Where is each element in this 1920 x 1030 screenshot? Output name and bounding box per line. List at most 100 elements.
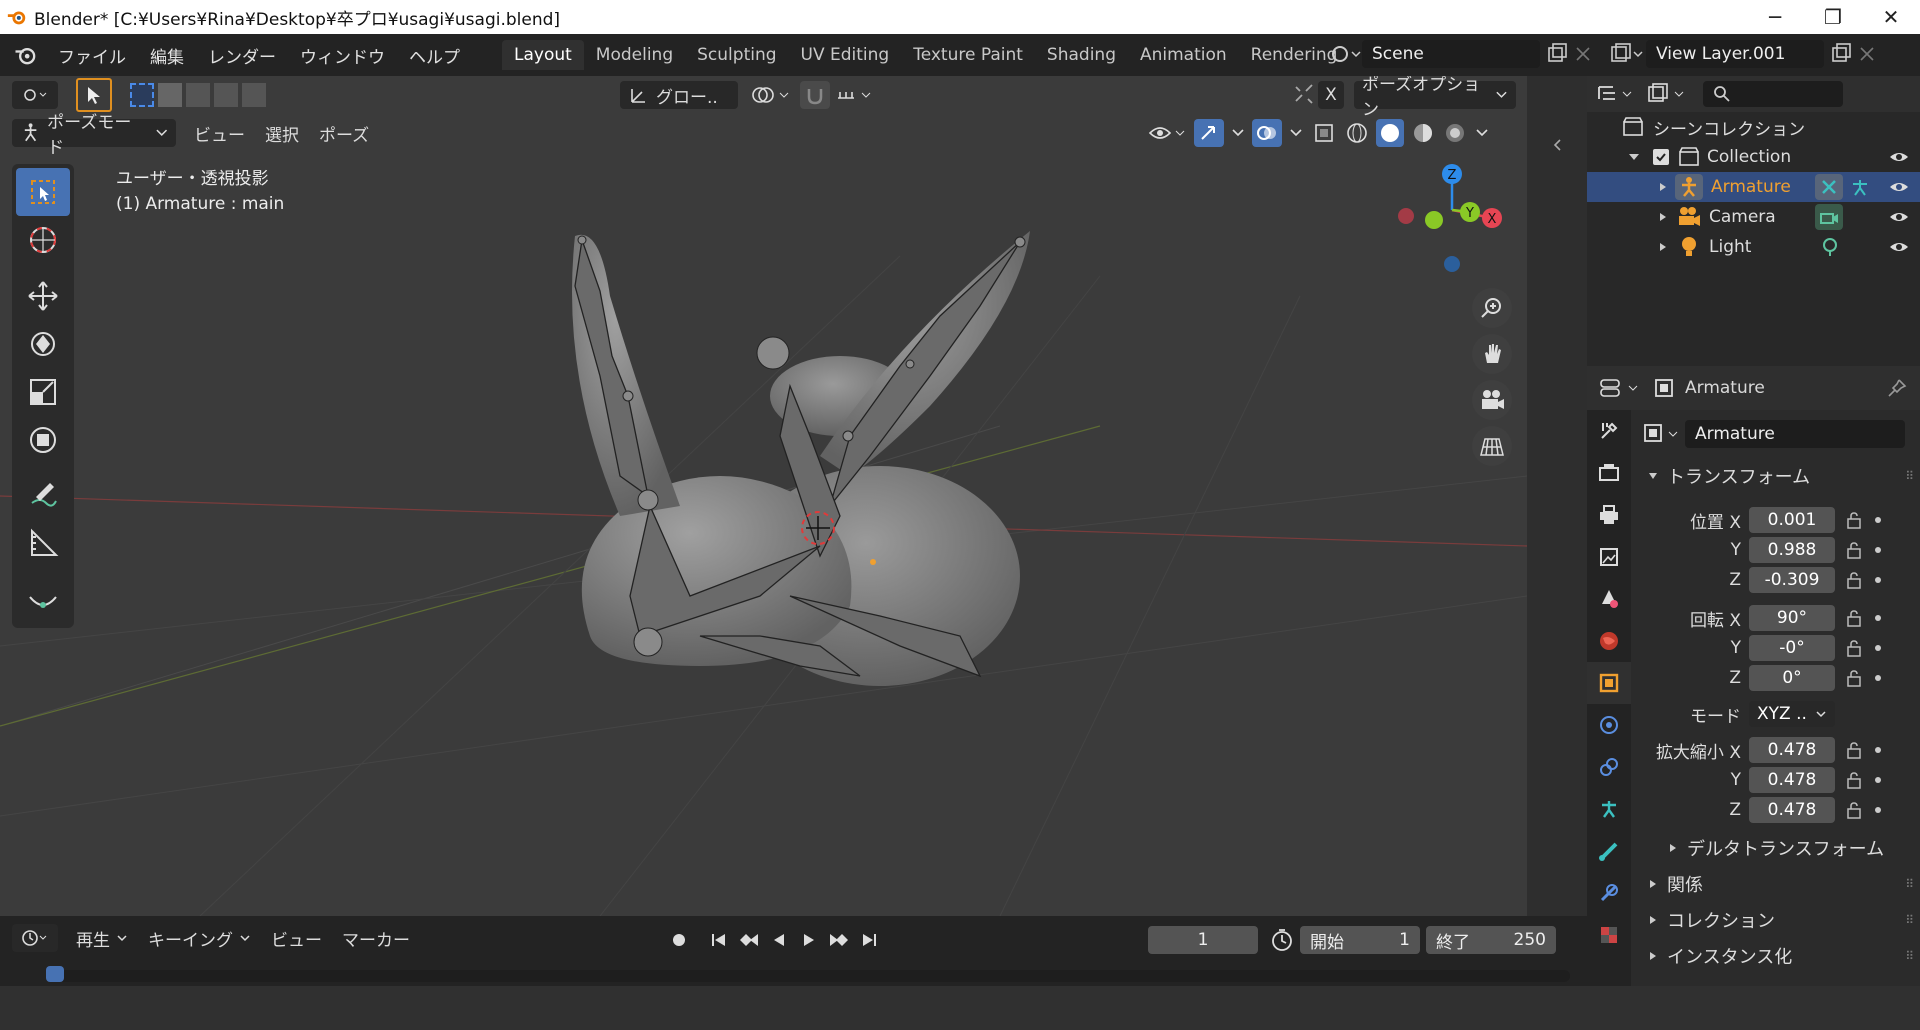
timeline-editor-type-dropdown[interactable] (12, 924, 58, 952)
pose-relax-tool[interactable] (16, 576, 70, 624)
scale-z-field[interactable]: 0.478 (1749, 797, 1835, 823)
scene-icon[interactable] (1328, 40, 1362, 68)
rotation-mode-dropdown[interactable]: XYZ .. (1749, 701, 1835, 727)
outliner-collection[interactable]: Collection (1587, 142, 1920, 172)
pan-button[interactable] (1472, 334, 1512, 374)
marker-menu[interactable]: マーカー (332, 924, 420, 952)
outliner-item-armature[interactable]: Armature (1587, 172, 1920, 202)
stopwatch-icon[interactable] (1268, 926, 1296, 954)
relations-section[interactable]: 関係 ⠿ (1631, 868, 1920, 900)
tab-tool[interactable] (1587, 410, 1631, 452)
timeline-view-menu[interactable]: ビュー (261, 924, 332, 952)
collection-checkbox[interactable] (1653, 149, 1669, 165)
play-button[interactable] (796, 926, 822, 954)
pose-mirror-icon[interactable] (1290, 81, 1318, 109)
chevron-down-icon[interactable] (1474, 128, 1490, 138)
lock-icon[interactable] (1845, 801, 1863, 819)
blender-menu-icon[interactable] (12, 41, 40, 69)
select-tool-button[interactable] (76, 78, 112, 112)
lock-icon[interactable] (1845, 541, 1863, 559)
light-data-icon[interactable] (1819, 236, 1841, 258)
location-y-field[interactable]: 0.988 (1749, 537, 1835, 563)
zoom-button[interactable] (1472, 288, 1512, 328)
pin-icon[interactable] (1886, 377, 1908, 399)
view-menu[interactable]: ビュー (184, 119, 255, 147)
mirror-x-button[interactable]: X (1318, 81, 1344, 109)
lock-icon[interactable] (1845, 669, 1863, 687)
transform-section-header[interactable]: トランスフォーム ⠿ (1631, 460, 1920, 492)
drag-handle-icon[interactable]: ⠿ (1905, 913, 1914, 927)
scale-y-field[interactable]: 0.478 (1749, 767, 1835, 793)
restore-button[interactable]: ❐ (1804, 0, 1862, 34)
lock-icon[interactable] (1845, 741, 1863, 759)
visibility-eye-icon[interactable] (1888, 239, 1910, 255)
close-button[interactable]: ✕ (1862, 0, 1920, 34)
view-layer-icon[interactable] (1606, 40, 1646, 68)
tab-bone-constraints[interactable] (1587, 872, 1631, 914)
tab-texture-paint[interactable]: Texture Paint (901, 40, 1035, 70)
timeline-scrubber[interactable] (46, 966, 1570, 982)
scale-tool[interactable] (16, 368, 70, 416)
tab-render[interactable] (1587, 452, 1631, 494)
select-box-tool[interactable] (16, 168, 70, 216)
rendered-shading-icon[interactable] (1442, 120, 1468, 146)
menu-render[interactable]: レンダー (196, 43, 288, 68)
select-menu[interactable]: 選択 (255, 119, 309, 147)
transform-orientation-dropdown[interactable]: グロー.. (620, 81, 738, 109)
camera-view-button[interactable] (1472, 380, 1512, 420)
rotation-z-field[interactable]: 0° (1749, 665, 1835, 691)
pose-options-dropdown[interactable]: ポーズオプション (1354, 76, 1516, 120)
frame-start-field[interactable]: 開始 1 (1300, 926, 1420, 954)
gizmo-toggle-icon[interactable] (1194, 119, 1224, 147)
tab-layout[interactable]: Layout (502, 40, 584, 70)
menu-edit[interactable]: 編集 (138, 43, 196, 68)
tab-scene[interactable] (1587, 578, 1631, 620)
remove-scene-icon[interactable] (1570, 41, 1596, 67)
drag-handle-icon[interactable]: ⠿ (1905, 469, 1914, 483)
tab-uv-editing[interactable]: UV Editing (789, 40, 902, 70)
properties-editor-icon[interactable] (1597, 375, 1643, 401)
keyframe-dot-icon[interactable] (1875, 517, 1881, 523)
select-extend-icon[interactable] (158, 83, 182, 107)
object-name-field[interactable]: Armature (1685, 420, 1905, 448)
tab-texture[interactable] (1587, 914, 1631, 956)
visibility-eye-icon[interactable] (1888, 149, 1910, 165)
cursor-tool[interactable] (16, 216, 70, 264)
collection-section[interactable]: コレクション ⠿ (1631, 904, 1920, 936)
chevron-down-icon[interactable] (1230, 128, 1246, 138)
lock-icon[interactable] (1845, 511, 1863, 529)
select-invert-icon[interactable] (214, 83, 238, 107)
snap-target-icon[interactable] (834, 82, 878, 108)
keying-menu[interactable]: キーイング (138, 924, 261, 952)
transform-tool[interactable] (16, 416, 70, 464)
scene-name-field[interactable]: Scene (1362, 40, 1540, 68)
select-subtract-icon[interactable] (186, 83, 210, 107)
location-z-field[interactable]: -0.309 (1749, 567, 1835, 593)
select-intersect-icon[interactable] (242, 83, 266, 107)
outliner-editor-icon[interactable] (1593, 81, 1637, 107)
outliner-item-camera[interactable]: Camera (1587, 202, 1920, 232)
keyframe-dot-icon[interactable] (1875, 777, 1881, 783)
menu-file[interactable]: ファイル (46, 43, 138, 68)
lock-icon[interactable] (1845, 639, 1863, 657)
tab-modeling[interactable]: Modeling (584, 40, 685, 70)
next-keyframe-button[interactable] (826, 926, 852, 954)
editor-type-dropdown[interactable] (12, 81, 58, 109)
tab-physics[interactable] (1587, 704, 1631, 746)
armature-data-icon[interactable] (1815, 174, 1843, 200)
minimize-button[interactable]: ─ (1746, 0, 1804, 34)
select-new-icon[interactable] (130, 83, 154, 107)
tab-constraints[interactable] (1587, 746, 1631, 788)
visibility-eye-icon[interactable] (1888, 209, 1910, 225)
keyframe-dot-icon[interactable] (1875, 547, 1881, 553)
tab-object[interactable] (1587, 662, 1631, 704)
keyframe-dot-icon[interactable] (1875, 675, 1881, 681)
copy-view-layer-icon[interactable] (1828, 41, 1854, 67)
visibility-eye-icon[interactable] (1888, 179, 1910, 195)
outliner-item-light[interactable]: Light (1587, 232, 1920, 262)
remove-view-layer-icon[interactable] (1854, 41, 1880, 67)
move-tool[interactable] (16, 272, 70, 320)
perspective-toggle-button[interactable] (1472, 426, 1512, 466)
expand-arrow-icon[interactable] (1657, 241, 1669, 253)
drag-handle-icon[interactable]: ⠿ (1905, 949, 1914, 963)
